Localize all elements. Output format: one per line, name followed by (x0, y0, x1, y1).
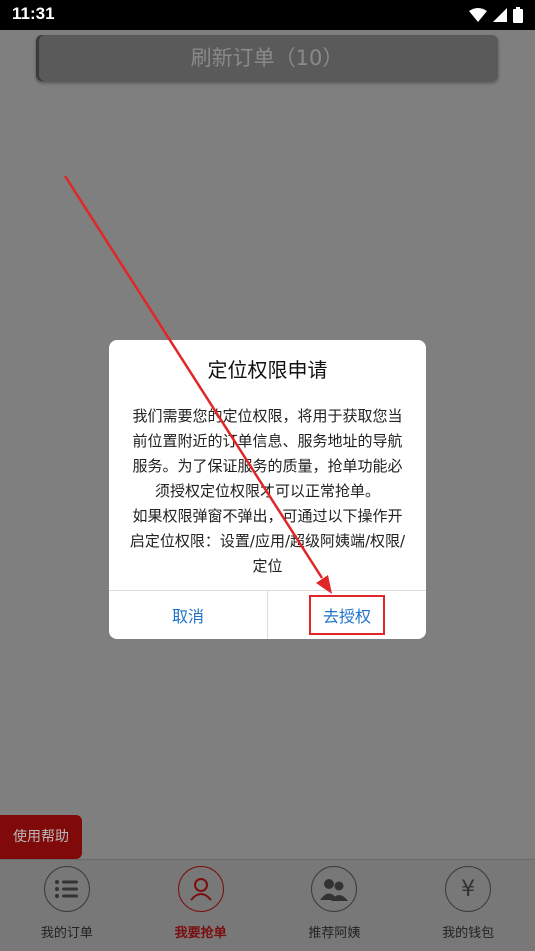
dialog-title: 定位权限申请 (207, 358, 328, 382)
nav-label: 我要抢单 (174, 926, 227, 941)
refresh-orders-button[interactable]: 刷新订单（10） (36, 35, 498, 81)
person-icon (177, 866, 224, 912)
battery-icon (513, 7, 523, 23)
authorize-label: 去授权 (308, 595, 385, 635)
dialog-body-line: 须授权定位权限才可以正常抢单。 (154, 482, 380, 500)
cancel-label: 取消 (171, 607, 204, 626)
help-button[interactable]: 使用帮助 (0, 815, 82, 859)
cancel-button[interactable]: 取消 (109, 591, 267, 639)
people-icon (311, 866, 358, 912)
yen-glyph: ¥ (461, 876, 476, 902)
dialog-body: 我们需要您的定位权限，将用于获取您当 前位置附近的订单信息、服务地址的导航 服务… (123, 404, 412, 579)
dialog-footer: 取消 去授权 (109, 590, 426, 639)
status-icons (469, 7, 523, 23)
nav-item-my-orders[interactable]: 我的订单 (0, 860, 134, 951)
status-time: 11:31 (12, 4, 55, 23)
dialog-body-line: 服务。为了保证服务的质量，抢单功能必 (132, 457, 403, 475)
location-permission-dialog: 定位权限申请 我们需要您的定位权限，将用于获取您当 前位置附近的订单信息、服务地… (109, 340, 426, 639)
dialog-body-line: 启定位权限：设置/应用/超级阿姨端/权限/ (129, 532, 406, 550)
wifi-icon (469, 8, 487, 22)
nav-item-wallet[interactable]: ¥ 我的钱包 (401, 860, 535, 951)
nav-label: 我的订单 (40, 926, 93, 941)
status-bar: 11:31 (0, 0, 535, 30)
dialog-body-line: 我们需要您的定位权限，将用于获取您当 (132, 407, 403, 425)
nav-label: 我的钱包 (442, 926, 495, 941)
signal-icon (493, 8, 507, 22)
authorize-button[interactable]: 去授权 (267, 591, 426, 639)
list-icon (43, 866, 90, 912)
bottom-nav: 我的订单 我要抢单 推荐阿姨 ¥ 我的钱包 (0, 859, 535, 951)
yen-icon: ¥ (445, 866, 492, 912)
dialog-body-line: 如果权限弹窗不弹出，可通过以下操作开 (132, 507, 403, 525)
nav-label: 推荐阿姨 (308, 926, 361, 941)
nav-item-grab-orders[interactable]: 我要抢单 (134, 860, 268, 951)
nav-item-recommend[interactable]: 推荐阿姨 (268, 860, 402, 951)
dialog-body-line: 定位 (252, 557, 283, 575)
dialog-body-line: 前位置附近的订单信息、服务地址的导航 (132, 432, 403, 450)
